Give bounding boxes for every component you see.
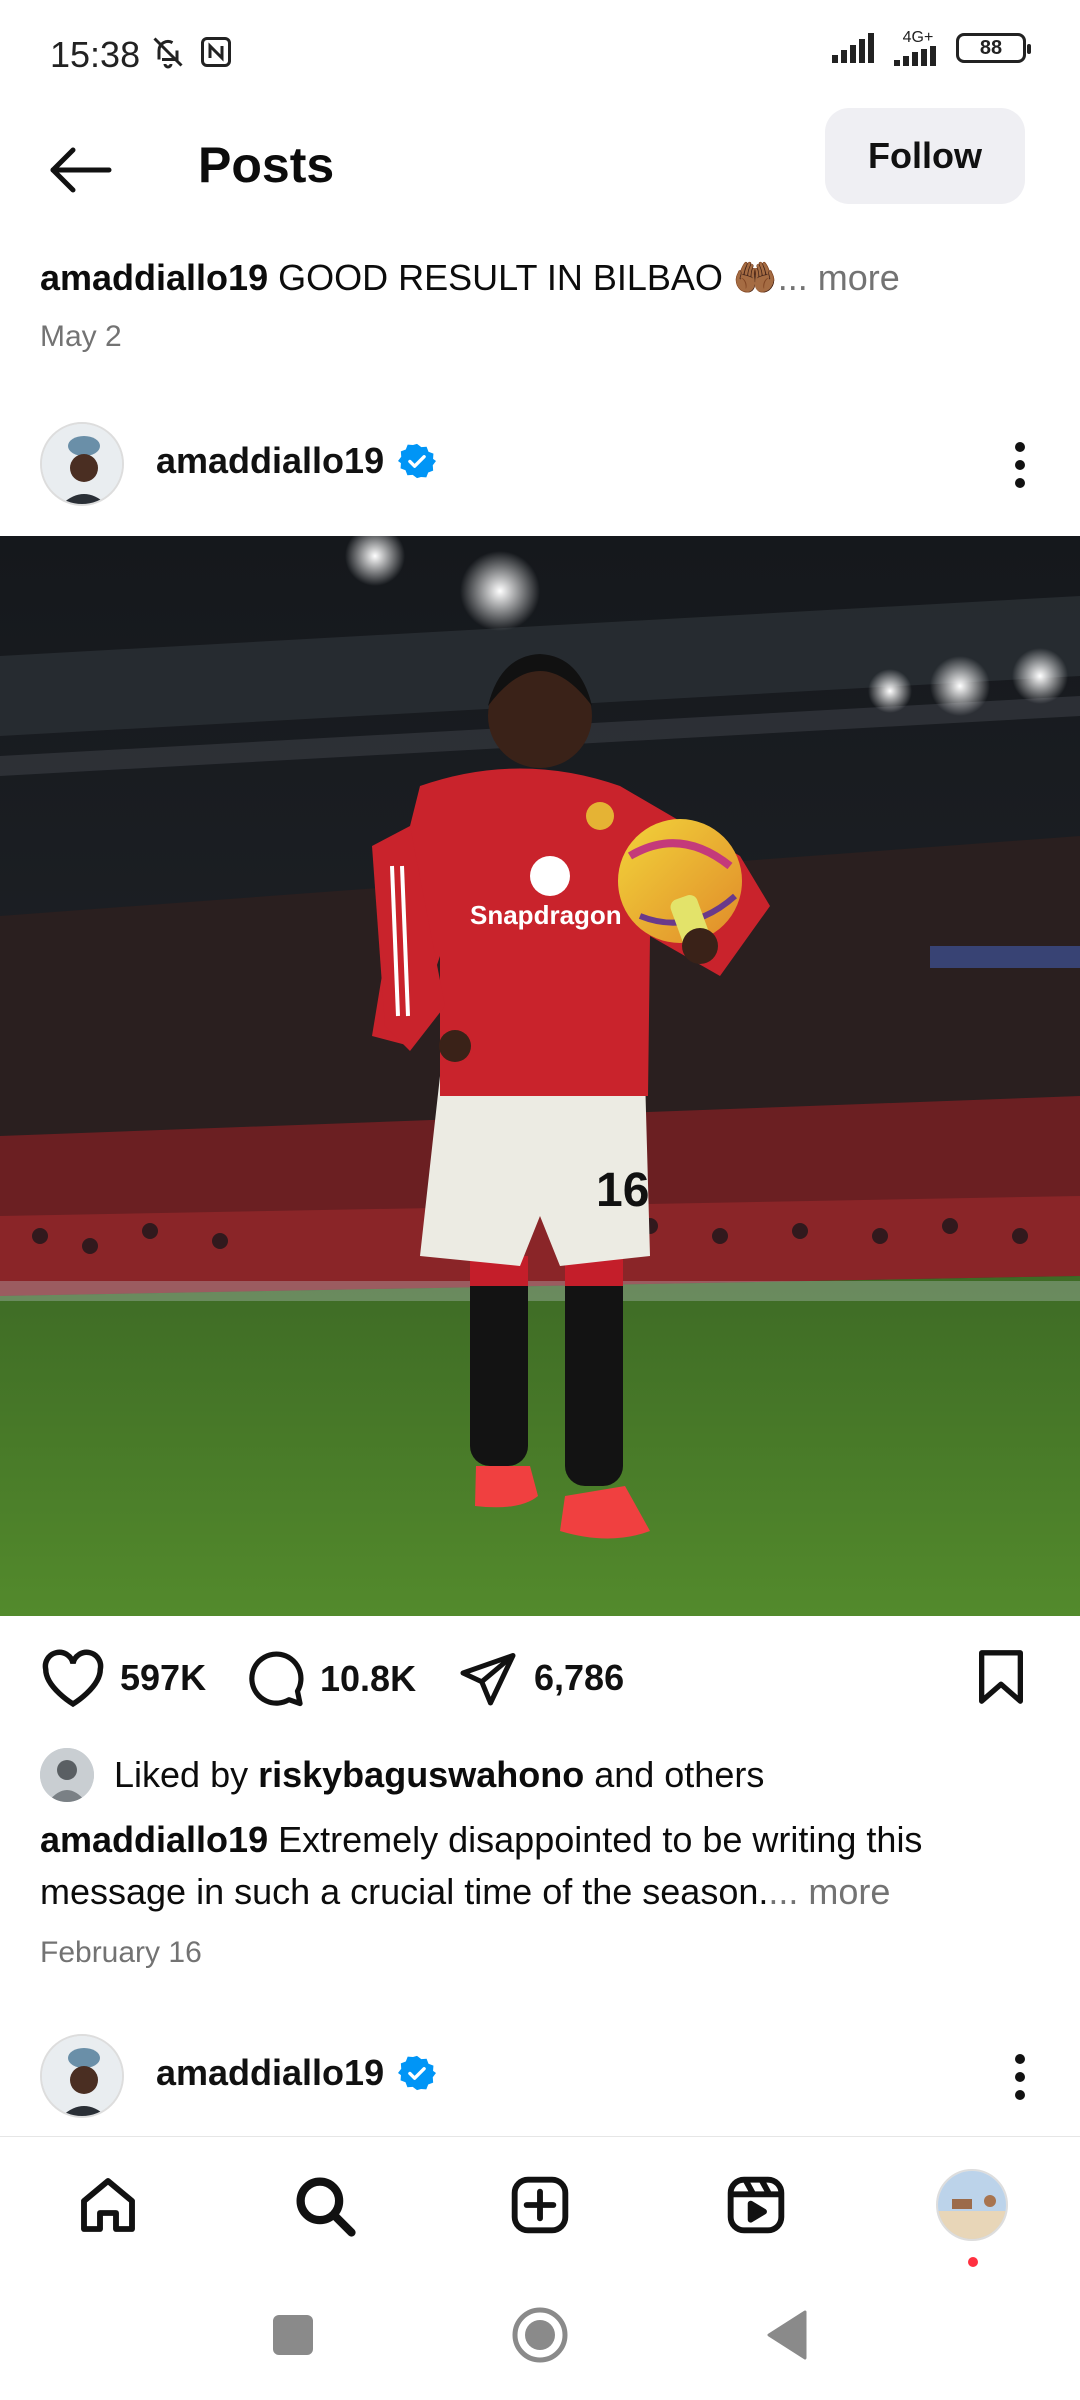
post-username[interactable]: amaddiallo19	[156, 440, 384, 482]
home-icon	[81, 2178, 135, 2232]
liker-avatar-image	[40, 1748, 94, 1802]
notification-dot	[968, 2257, 978, 2267]
avatar[interactable]	[40, 2034, 124, 2118]
share-count[interactable]: 6,786	[534, 1657, 624, 1699]
heart-icon	[42, 1649, 104, 1708]
previous-post-date: May 2	[40, 320, 122, 353]
nav-search[interactable]	[284, 2165, 364, 2245]
recents-icon	[273, 2315, 313, 2355]
liked-by-line[interactable]: Liked by riskybaguswahono and others	[40, 1748, 764, 1802]
comment-icon	[249, 1651, 304, 1707]
liker-avatar[interactable]	[40, 1748, 94, 1802]
post-photo[interactable]: 16 Snapdragon	[0, 536, 1080, 1616]
post-username-row[interactable]: amaddiallo19	[156, 440, 437, 482]
search-icon	[296, 2177, 356, 2237]
home-system-button[interactable]	[505, 2300, 575, 2370]
like-count[interactable]: 597K	[120, 1657, 206, 1699]
nfc-icon	[201, 37, 231, 67]
send-icon	[460, 1653, 516, 1706]
back-button[interactable]	[40, 130, 120, 210]
bottom-nav	[0, 2136, 1080, 2272]
network-type: 4G+	[902, 29, 934, 46]
post-date: February 16	[40, 1936, 202, 1969]
more-options-button[interactable]	[990, 2042, 1050, 2112]
previous-post-caption[interactable]: amaddiallo19 GOOD RESULT IN BILBAO 🤲🏾...…	[40, 256, 1050, 300]
next-post-username-row[interactable]: amaddiallo19	[156, 2052, 437, 2094]
home-circle-icon	[512, 2307, 568, 2363]
muted-bell-icon	[153, 37, 183, 69]
sponsor-text: Snapdragon	[470, 900, 622, 930]
create-icon	[511, 2176, 569, 2234]
page-title: Posts	[198, 137, 335, 193]
status-bar: 15:38 4G+ 88	[0, 0, 1080, 100]
caption-text: GOOD RESULT IN BILBAO 🤲🏾	[278, 257, 778, 298]
back-arrow-icon	[50, 147, 112, 193]
post-photo-image: 16 Snapdragon	[0, 536, 1080, 1616]
next-post-header: amaddiallo19	[0, 2012, 1080, 2132]
more-link[interactable]: ... more	[768, 1871, 890, 1912]
more-vertical-icon	[1015, 2054, 1025, 2100]
verified-badge-icon	[398, 2055, 437, 2091]
signal-icon	[832, 33, 874, 63]
nav-reels[interactable]	[716, 2165, 796, 2245]
verified-badge-icon	[398, 443, 437, 479]
post-actions: 597K 10.8K 6,786	[0, 1640, 1080, 1720]
follow-button[interactable]: Follow	[825, 108, 1025, 204]
nav-profile[interactable]	[932, 2165, 1012, 2267]
jersey-number: 16	[596, 1164, 649, 1217]
nav-create[interactable]	[500, 2165, 580, 2245]
comment-action[interactable]: 10.8K	[244, 1648, 416, 1710]
status-time: 15:38	[50, 34, 141, 75]
post-header: amaddiallo19	[0, 400, 1080, 520]
comment-count[interactable]: 10.8K	[320, 1658, 416, 1700]
avatar-image	[42, 424, 122, 504]
back-system-button[interactable]	[752, 2300, 822, 2370]
more-options-button[interactable]	[990, 430, 1050, 500]
reels-icon	[727, 2176, 785, 2234]
network-indicator: 4G+	[894, 30, 942, 66]
recents-button[interactable]	[258, 2300, 328, 2370]
post-username[interactable]: amaddiallo19	[156, 2052, 384, 2094]
save-action[interactable]	[976, 1648, 1026, 1706]
share-action[interactable]: 6,786	[456, 1648, 624, 1708]
liked-by-suffix[interactable]: and others	[594, 1754, 764, 1795]
profile-avatar[interactable]	[936, 2169, 1008, 2241]
battery-indicator: 88	[956, 33, 1031, 63]
caption-username[interactable]: amaddiallo19	[40, 1819, 268, 1860]
more-vertical-icon	[1015, 442, 1025, 488]
signal-icon-2	[894, 46, 936, 66]
liked-by-user[interactable]: riskybaguswahono	[258, 1754, 584, 1795]
bookmark-icon	[979, 1650, 1023, 1704]
header: Posts Follow	[0, 100, 1080, 240]
more-link[interactable]: ... more	[778, 257, 900, 298]
liked-by-prefix: Liked by	[114, 1754, 249, 1795]
caption-username[interactable]: amaddiallo19	[40, 257, 268, 298]
nav-home[interactable]	[68, 2165, 148, 2245]
system-nav	[0, 2272, 1080, 2400]
back-triangle-icon	[767, 2310, 807, 2360]
profile-avatar-image	[938, 2171, 1006, 2239]
avatar[interactable]	[40, 422, 124, 506]
avatar-image	[42, 2036, 122, 2116]
status-icons-left	[150, 34, 234, 70]
post-caption[interactable]: amaddiallo19 Extremely disappointed to b…	[40, 1814, 1040, 1918]
status-icons-right: 4G+ 88	[832, 30, 1031, 66]
like-action[interactable]: 597K	[40, 1648, 206, 1708]
